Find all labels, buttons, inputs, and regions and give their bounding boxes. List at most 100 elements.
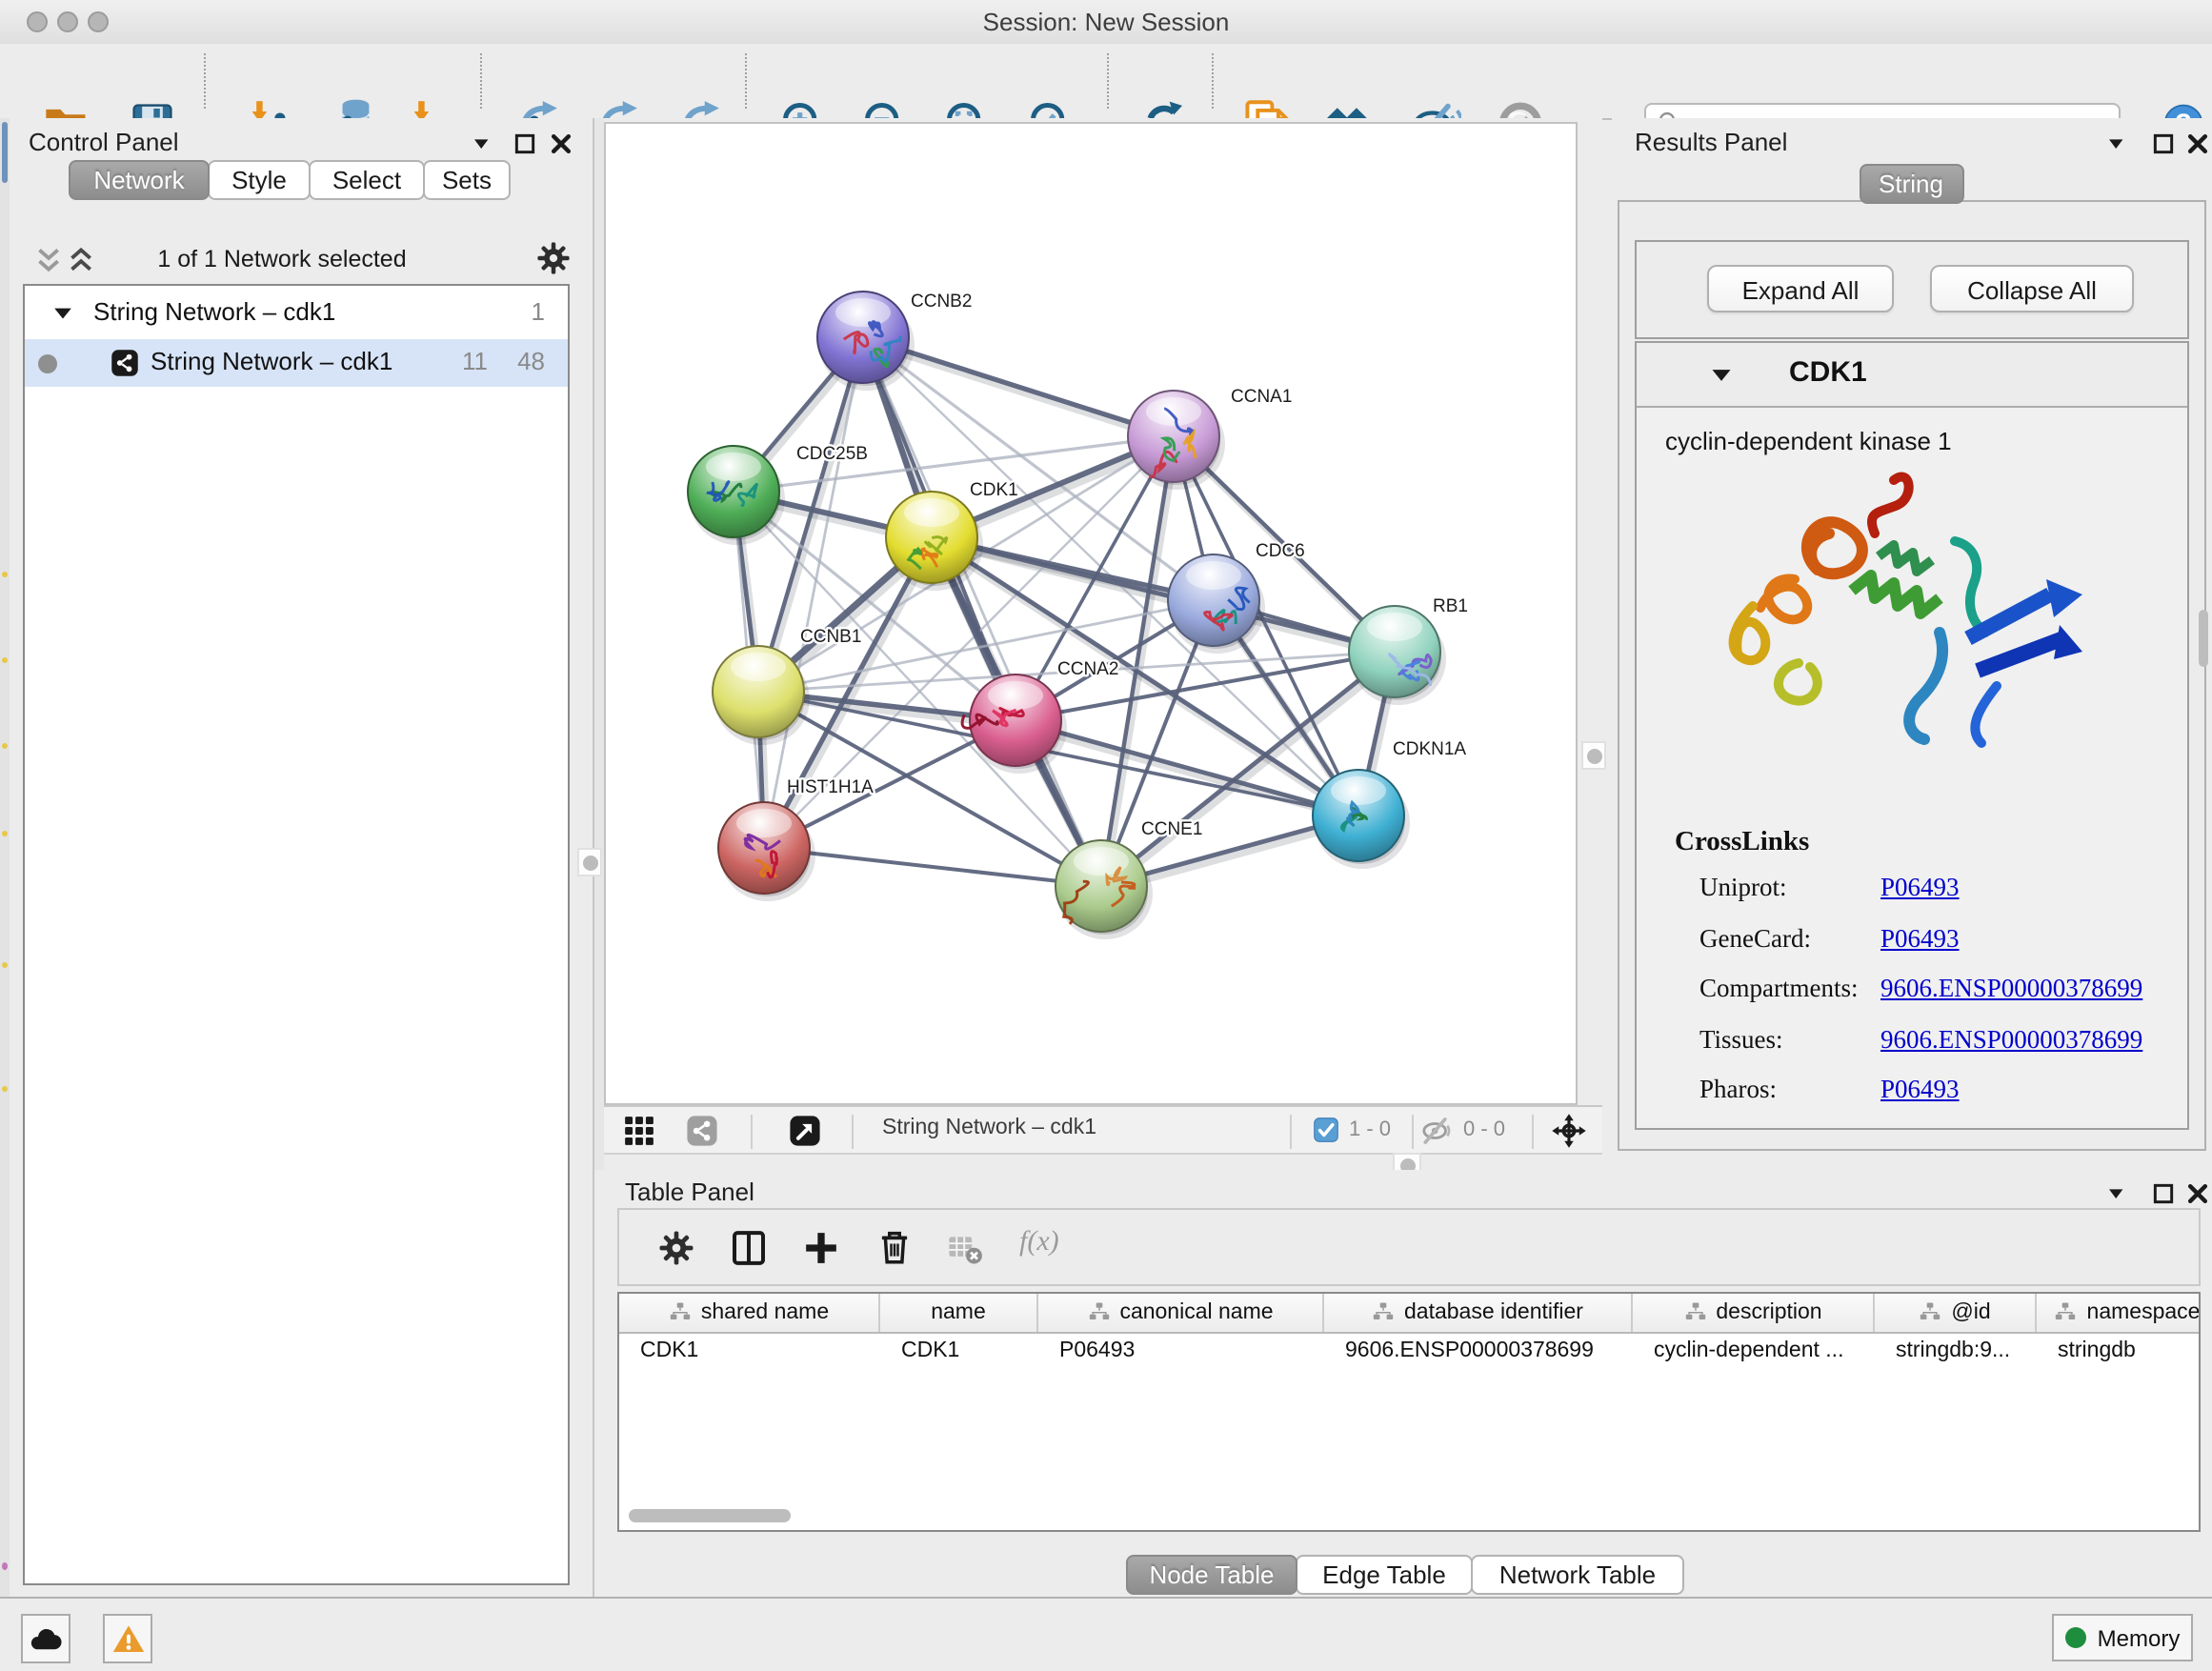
- table-panel-float-icon[interactable]: [2151, 1181, 2176, 1206]
- cloud-icon: [28, 1621, 64, 1657]
- control-panel-float-icon[interactable]: [513, 131, 537, 156]
- results-panel-title: Results Panel: [1635, 128, 1787, 156]
- grid-view-icon[interactable]: [623, 1115, 655, 1147]
- table-panel-title: Table Panel: [625, 1178, 754, 1206]
- splitter-collapse-button-left[interactable]: [577, 848, 602, 876]
- crosslink-label: GeneCard:: [1699, 923, 1811, 954]
- node-CDC6[interactable]: [1168, 554, 1265, 654]
- node-CCNB2[interactable]: [817, 292, 915, 391]
- horizontal-splitter[interactable]: [604, 1155, 1602, 1170]
- crosslink-row: GeneCard: P06493: [1637, 923, 2187, 973]
- pan-navigate-icon[interactable]: [1551, 1113, 1587, 1149]
- network-graph[interactable]: CCNB2CCNA1CDC25BCDK1CDC6RB1CCNB1CCNA2CDK…: [606, 124, 1576, 1103]
- node-table[interactable]: shared namenamecanonical namedatabase id…: [617, 1292, 2201, 1532]
- crosslink-link[interactable]: P06493: [1880, 923, 1960, 954]
- cell--id[interactable]: stringdb:9...: [1875, 1332, 2037, 1372]
- cell-description[interactable]: cyclin-dependent ...: [1633, 1332, 1875, 1372]
- node-CDK1[interactable]: [886, 492, 983, 591]
- crosslink-label: Pharos:: [1699, 1075, 1777, 1105]
- column-header-description[interactable]: description: [1633, 1294, 1875, 1332]
- node-label-CCNA1: CCNA1: [1231, 387, 1292, 407]
- cell-shared-name[interactable]: CDK1: [619, 1332, 880, 1372]
- entry-collapse-icon[interactable]: [1709, 364, 1734, 389]
- crosslink-link[interactable]: P06493: [1880, 1075, 1960, 1105]
- node-HIST1H1A[interactable]: [718, 802, 815, 901]
- table-hscrollbar-thumb[interactable]: [629, 1509, 791, 1522]
- vertical-splitter-left[interactable]: [594, 118, 604, 1170]
- column-header-database-identifier[interactable]: database identifier: [1324, 1294, 1633, 1332]
- network-options-gear-icon[interactable]: [535, 240, 572, 276]
- node-CCNA1[interactable]: [1128, 391, 1225, 490]
- crosslink-link[interactable]: 9606.ENSP00000378699: [1880, 1024, 2142, 1055]
- tab-sets[interactable]: Sets: [423, 160, 511, 200]
- add-column-icon[interactable]: [802, 1229, 840, 1267]
- column-header-shared-name[interactable]: shared name: [619, 1294, 880, 1332]
- node-label-CCNB1: CCNB1: [800, 627, 861, 647]
- node-label-CCNE1: CCNE1: [1141, 819, 1202, 839]
- selected-items-checkbox-icon[interactable]: [1313, 1117, 1339, 1143]
- crosslink-label: Compartments:: [1699, 974, 1859, 1004]
- table-panel: Table Panel f(x) shared namenamecanonica…: [604, 1170, 2212, 1597]
- warnings-button[interactable]: [103, 1614, 152, 1663]
- control-panel-title: Control Panel: [29, 128, 179, 156]
- node-label-CDC6: CDC6: [1256, 541, 1305, 561]
- crosslink-link[interactable]: P06493: [1880, 873, 1960, 903]
- birds-eye-view-icon[interactable]: [789, 1115, 821, 1147]
- gene-name: CDK1: [1789, 356, 1867, 389]
- results-panel: Results Panel String Expand All Collapse…: [1612, 118, 2212, 1170]
- column-header-canonical-name[interactable]: canonical name: [1038, 1294, 1324, 1332]
- table-panel-menu-icon[interactable]: [2105, 1183, 2128, 1206]
- table-row[interactable]: CDK1CDK1P064939606.ENSP00000378699cyclin…: [619, 1332, 2199, 1372]
- vertical-splitter-right[interactable]: [1578, 122, 1602, 1105]
- memory-button[interactable]: Memory: [2052, 1614, 2193, 1661]
- results-panel-float-icon[interactable]: [2151, 131, 2176, 156]
- separator: [1412, 1115, 1414, 1149]
- edge-CDK1-RB1[interactable]: [932, 537, 1395, 652]
- hidden-items-icon: [1421, 1115, 1454, 1147]
- node-CDKN1A[interactable]: [1313, 770, 1410, 869]
- node-RB1[interactable]: [1349, 606, 1446, 705]
- network-thumbnail-icon[interactable]: [686, 1115, 718, 1147]
- control-panel-menu-icon[interactable]: [471, 133, 493, 156]
- table-panel-close-icon[interactable]: [2185, 1181, 2210, 1206]
- control-panel: Control Panel NetworkStyleSelectSets 1 o…: [10, 118, 594, 1599]
- table-settings-icon[interactable]: [657, 1229, 695, 1267]
- delete-column-icon[interactable]: [875, 1227, 915, 1267]
- network-collection-row[interactable]: String Network – cdk1 1: [25, 290, 568, 337]
- results-tab-string[interactable]: String: [1859, 164, 1963, 204]
- tab-network[interactable]: Network: [69, 160, 210, 200]
- memory-label: Memory: [2098, 1624, 2181, 1651]
- table-tab-network-table[interactable]: Network Table: [1471, 1555, 1684, 1595]
- string-network-icon: [111, 349, 139, 377]
- crosslink-row: Pharos: P06493: [1637, 1075, 2187, 1124]
- column-header-name[interactable]: name: [880, 1294, 1038, 1332]
- cell-name[interactable]: CDK1: [880, 1332, 1038, 1372]
- table-tab-node-table[interactable]: Node Table: [1126, 1555, 1297, 1595]
- cell-canonical-name[interactable]: P06493: [1038, 1332, 1324, 1372]
- results-scrollbar-thumb[interactable]: [2199, 610, 2208, 667]
- collapse-all-button[interactable]: Collapse All: [1930, 265, 2134, 312]
- cell-namespace[interactable]: stringdb: [2037, 1332, 2201, 1372]
- network-row-selected[interactable]: String Network – cdk1 11 48: [25, 339, 568, 387]
- crosslink-link[interactable]: 9606.ENSP00000378699: [1880, 974, 2142, 1004]
- table-tab-edge-table[interactable]: Edge Table: [1296, 1555, 1473, 1595]
- cell-database-identifier[interactable]: 9606.ENSP00000378699: [1324, 1332, 1633, 1372]
- show-columns-icon[interactable]: [730, 1229, 768, 1267]
- tab-select[interactable]: Select: [309, 160, 425, 200]
- collapse-all-networks-icon[interactable]: [32, 244, 63, 274]
- results-panel-close-icon[interactable]: [2185, 131, 2210, 156]
- cdk1-entry-header[interactable]: CDK1: [1637, 343, 2187, 408]
- results-panel-menu-icon[interactable]: [2105, 133, 2128, 156]
- protein-structure-image: [1711, 461, 2082, 762]
- expand-all-button[interactable]: Expand All: [1707, 265, 1894, 312]
- tree-expand-icon[interactable]: [51, 303, 74, 326]
- column-header--id[interactable]: @id: [1875, 1294, 2037, 1332]
- control-panel-close-icon[interactable]: [549, 131, 573, 156]
- column-header-namespace[interactable]: namespace: [2037, 1294, 2201, 1332]
- string-results-container: Expand All Collapse All CDK1 cyclin-depe…: [1618, 200, 2206, 1151]
- network-selection-summary: 1 of 1 Network selected: [86, 246, 478, 272]
- tab-style[interactable]: Style: [208, 160, 311, 200]
- splitter-collapse-button-right[interactable]: [1581, 741, 1606, 770]
- network-canvas[interactable]: CCNB2CCNA1CDC25BCDK1CDC6RB1CCNB1CCNA2CDK…: [604, 122, 1578, 1105]
- cloud-status-button[interactable]: [21, 1614, 70, 1663]
